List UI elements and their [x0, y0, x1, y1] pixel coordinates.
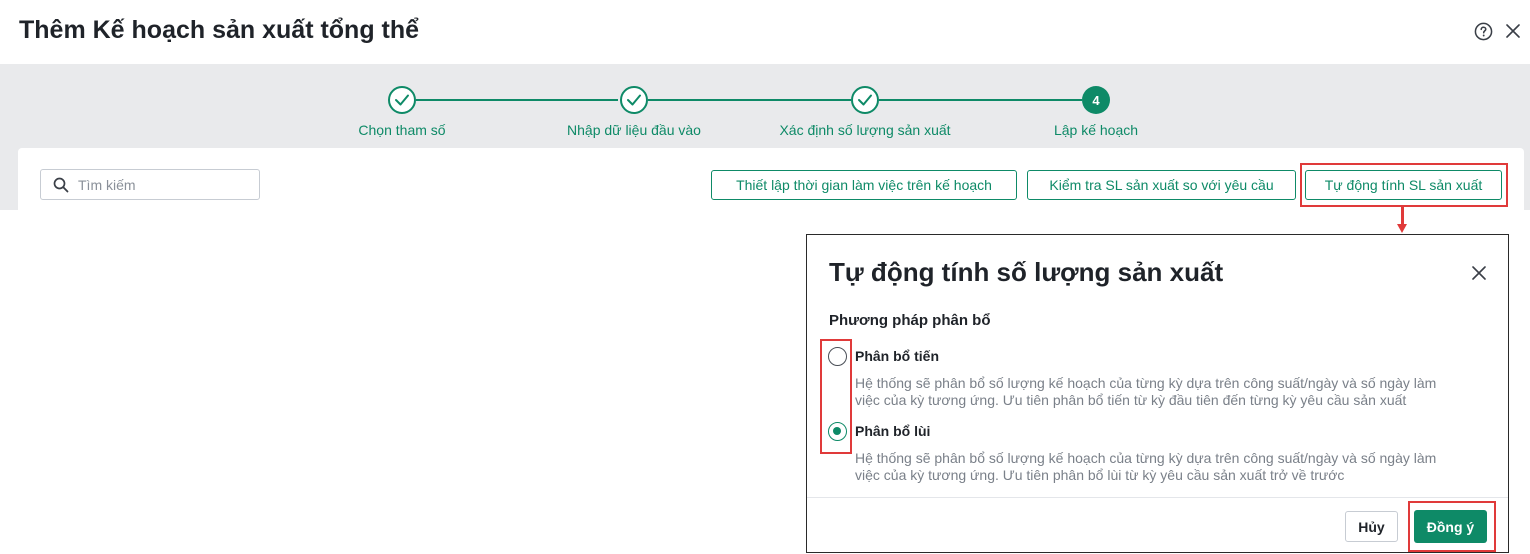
dialog-title: Tự động tính số lượng sản xuất [829, 257, 1224, 287]
step-connector [648, 99, 851, 101]
help-circle-icon[interactable] [1473, 21, 1493, 41]
step-1-label[interactable]: Chọn tham số [358, 122, 445, 138]
auto-calc-dialog: Tự động tính số lượng sản xuất Phương ph… [806, 234, 1509, 553]
step-connector [416, 99, 618, 101]
step-3-label[interactable]: Xác định số lượng sản xuất [779, 122, 950, 138]
dialog-footer-divider [807, 497, 1508, 498]
step-2-label[interactable]: Nhập dữ liệu đầu vào [567, 122, 701, 138]
check-quantity-button[interactable]: Kiểm tra SL sản xuất so với yêu cầu [1027, 170, 1296, 200]
cancel-button[interactable]: Hủy [1345, 511, 1398, 542]
step-connector [879, 99, 1082, 101]
dialog-close-icon[interactable] [1469, 263, 1489, 283]
forward-desc-line-1: Hệ thống sẽ phân bổ số lượng kế hoạch củ… [855, 375, 1437, 391]
highlight-box-confirm [1408, 501, 1496, 552]
search-input[interactable] [78, 176, 248, 193]
step-4-number[interactable]: 4 [1082, 86, 1110, 114]
page: Thêm Kế hoạch sản xuất tổng thể 4 Chọn t… [0, 0, 1530, 554]
allocation-method-label: Phương pháp phân bổ [829, 312, 991, 329]
search-box[interactable] [40, 169, 260, 200]
step-3-check-icon[interactable] [851, 86, 879, 114]
step-4-label[interactable]: Lập kế hoạch [1054, 122, 1138, 138]
highlight-box-radios [820, 339, 852, 454]
step-1-check-icon[interactable] [388, 86, 416, 114]
header: Thêm Kế hoạch sản xuất tổng thể [0, 0, 1530, 64]
annotation-arrow-head [1397, 224, 1407, 233]
forward-allocation-label[interactable]: Phân bổ tiến [855, 348, 939, 364]
backward-allocation-label[interactable]: Phân bổ lùi [855, 423, 930, 439]
working-time-button[interactable]: Thiết lập thời gian làm việc trên kế hoạ… [711, 170, 1017, 200]
backward-desc-line-2: việc của kỳ tương ứng. Ưu tiên phân bổ l… [855, 467, 1345, 483]
backward-allocation-description: Hệ thống sẽ phân bổ số lượng kế hoạch củ… [855, 450, 1495, 484]
forward-allocation-description: Hệ thống sẽ phân bổ số lượng kế hoạch củ… [855, 375, 1495, 409]
step-2-check-icon[interactable] [620, 86, 648, 114]
search-icon [53, 177, 69, 193]
close-icon[interactable] [1503, 21, 1523, 41]
backward-desc-line-1: Hệ thống sẽ phân bổ số lượng kế hoạch củ… [855, 450, 1437, 466]
page-title: Thêm Kế hoạch sản xuất tổng thể [19, 16, 420, 44]
forward-desc-line-2: việc của kỳ tương ứng. Ưu tiên phân bổ t… [855, 392, 1407, 408]
highlight-box-auto-calc [1300, 163, 1508, 207]
